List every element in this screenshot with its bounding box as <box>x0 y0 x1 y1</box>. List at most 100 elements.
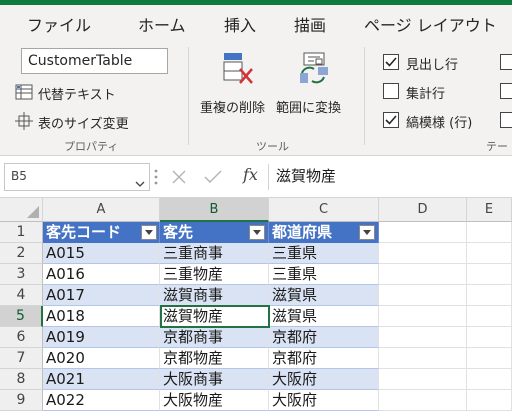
remove-duplicates-button[interactable]: 重複の削除 <box>198 51 274 121</box>
table-cell[interactable]: A015 <box>43 243 160 264</box>
header-row-label: 見出し行 <box>406 58 459 73</box>
convert-to-range-button[interactable]: 範囲に変換 <box>276 51 352 121</box>
resize-table-icon <box>15 112 33 134</box>
enter-check-icon[interactable] <box>204 169 222 189</box>
table-cell[interactable]: 滋賀商事 <box>160 285 269 306</box>
empty-cell[interactable] <box>467 243 512 264</box>
row-header-7[interactable]: 7 <box>0 348 43 369</box>
empty-cell[interactable] <box>467 222 512 243</box>
tab-file[interactable]: ファイル <box>27 12 91 36</box>
tab-draw[interactable]: 描画 <box>294 12 326 36</box>
empty-cell[interactable] <box>379 264 467 285</box>
table-cell[interactable]: A017 <box>43 285 160 306</box>
select-all-corner[interactable] <box>0 198 43 222</box>
table-name-input[interactable]: CustomerTable <box>21 48 168 74</box>
filter-dropdown-icon[interactable] <box>359 225 375 240</box>
empty-cell[interactable] <box>379 369 467 390</box>
worksheet-grid: A B C D E 1 2 3 4 5 6 7 8 9 客先コード 客先 都道府… <box>0 198 512 411</box>
row-header-8[interactable]: 8 <box>0 369 43 390</box>
empty-cell[interactable] <box>379 390 467 411</box>
empty-cell[interactable] <box>379 348 467 369</box>
column-header-e[interactable]: E <box>467 198 512 222</box>
table-cell[interactable]: 大阪商事 <box>160 369 269 390</box>
empty-cell[interactable] <box>467 264 512 285</box>
first-column-checkbox[interactable] <box>500 54 512 70</box>
table-cell[interactable]: 三重商事 <box>160 243 269 264</box>
alt-text-icon <box>15 83 33 105</box>
total-row-label: 集計行 <box>406 87 446 102</box>
tab-page-layout[interactable]: ページ レイアウト <box>364 12 497 36</box>
table-cell[interactable]: A020 <box>43 348 160 369</box>
column-header-b[interactable]: B <box>160 198 269 222</box>
row-header-4[interactable]: 4 <box>0 285 43 306</box>
empty-cell[interactable] <box>467 369 512 390</box>
last-column-checkbox[interactable] <box>500 83 512 99</box>
cancel-icon[interactable] <box>171 169 187 189</box>
row-header-5[interactable]: 5 <box>0 306 43 327</box>
table-header-cell[interactable]: 客先コード <box>43 222 160 243</box>
column-header-a[interactable]: A <box>43 198 160 222</box>
total-row-checkbox[interactable] <box>383 83 399 99</box>
table-cell[interactable]: A018 <box>43 306 160 327</box>
table-header-cell[interactable]: 都道府県 <box>269 222 379 243</box>
formula-input[interactable]: 滋賀物産 <box>276 165 336 186</box>
empty-cell[interactable] <box>467 348 512 369</box>
row-header-9[interactable]: 9 <box>0 390 43 411</box>
table-cell[interactable]: A022 <box>43 390 160 411</box>
header-row-checkbox[interactable] <box>383 54 399 70</box>
ribbon-tab-bar: ファイル ホーム 挿入 描画 ページ レイアウト <box>0 5 512 41</box>
table-cell[interactable]: 京都府 <box>269 348 379 369</box>
filter-dropdown-icon[interactable] <box>141 225 157 240</box>
tab-home[interactable]: ホーム <box>138 12 186 36</box>
formula-divider <box>268 164 269 190</box>
properties-group-label: プロパティ <box>64 140 119 153</box>
table-cell[interactable]: 京都府 <box>269 327 379 348</box>
tab-insert[interactable]: 挿入 <box>224 12 256 36</box>
table-cell[interactable]: 三重県 <box>269 264 379 285</box>
table-cell[interactable]: 大阪府 <box>269 390 379 411</box>
insert-function-icon[interactable]: fx <box>243 165 258 184</box>
alt-text-button[interactable]: 代替テキスト <box>38 84 116 103</box>
formula-bar: B5 fx 滋賀物産 <box>0 156 512 198</box>
table-cell[interactable]: 京都商事 <box>160 327 269 348</box>
table-cell[interactable]: A016 <box>43 264 160 285</box>
table-header-cell[interactable]: 客先 <box>160 222 269 243</box>
table-cell[interactable]: 大阪物産 <box>160 390 269 411</box>
table-cell[interactable]: 三重物産 <box>160 264 269 285</box>
table-cell[interactable]: 滋賀県 <box>269 306 379 327</box>
empty-cell[interactable] <box>379 306 467 327</box>
filter-dropdown-icon[interactable] <box>249 225 265 240</box>
table-cell[interactable]: A019 <box>43 327 160 348</box>
tools-group-label: ツール <box>256 140 289 153</box>
empty-cell[interactable] <box>467 285 512 306</box>
empty-cell[interactable] <box>379 327 467 348</box>
resize-table-button[interactable]: 表のサイズ変更 <box>38 113 129 132</box>
empty-cell[interactable] <box>467 306 512 327</box>
remove-duplicates-label: 重複の削除 <box>200 101 266 116</box>
convert-to-range-icon <box>296 51 332 91</box>
empty-cell[interactable] <box>467 327 512 348</box>
empty-cell[interactable] <box>379 285 467 306</box>
table-header-label: 客先 <box>163 223 194 241</box>
row-header-3[interactable]: 3 <box>0 264 43 285</box>
empty-cell[interactable] <box>379 243 467 264</box>
column-header-d[interactable]: D <box>379 198 467 222</box>
table-cell[interactable]: 京都物産 <box>160 348 269 369</box>
banded-rows-checkbox[interactable] <box>383 112 399 128</box>
empty-cell[interactable] <box>467 390 512 411</box>
column-header-c[interactable]: C <box>269 198 379 222</box>
table-cell[interactable]: A021 <box>43 369 160 390</box>
convert-to-range-label: 範囲に変換 <box>276 101 342 116</box>
table-cell[interactable]: 大阪府 <box>269 369 379 390</box>
row-header-1[interactable]: 1 <box>0 222 43 243</box>
name-box[interactable]: B5 <box>4 163 150 191</box>
more-options-icon[interactable] <box>154 168 158 190</box>
table-header-label: 都道府県 <box>272 223 333 241</box>
chevron-down-icon[interactable] <box>135 173 145 192</box>
table-cell[interactable]: 滋賀県 <box>269 285 379 306</box>
row-header-6[interactable]: 6 <box>0 327 43 348</box>
row-header-2[interactable]: 2 <box>0 243 43 264</box>
table-cell[interactable]: 三重県 <box>269 243 379 264</box>
banded-columns-checkbox[interactable] <box>500 112 512 128</box>
empty-cell[interactable] <box>379 222 467 243</box>
